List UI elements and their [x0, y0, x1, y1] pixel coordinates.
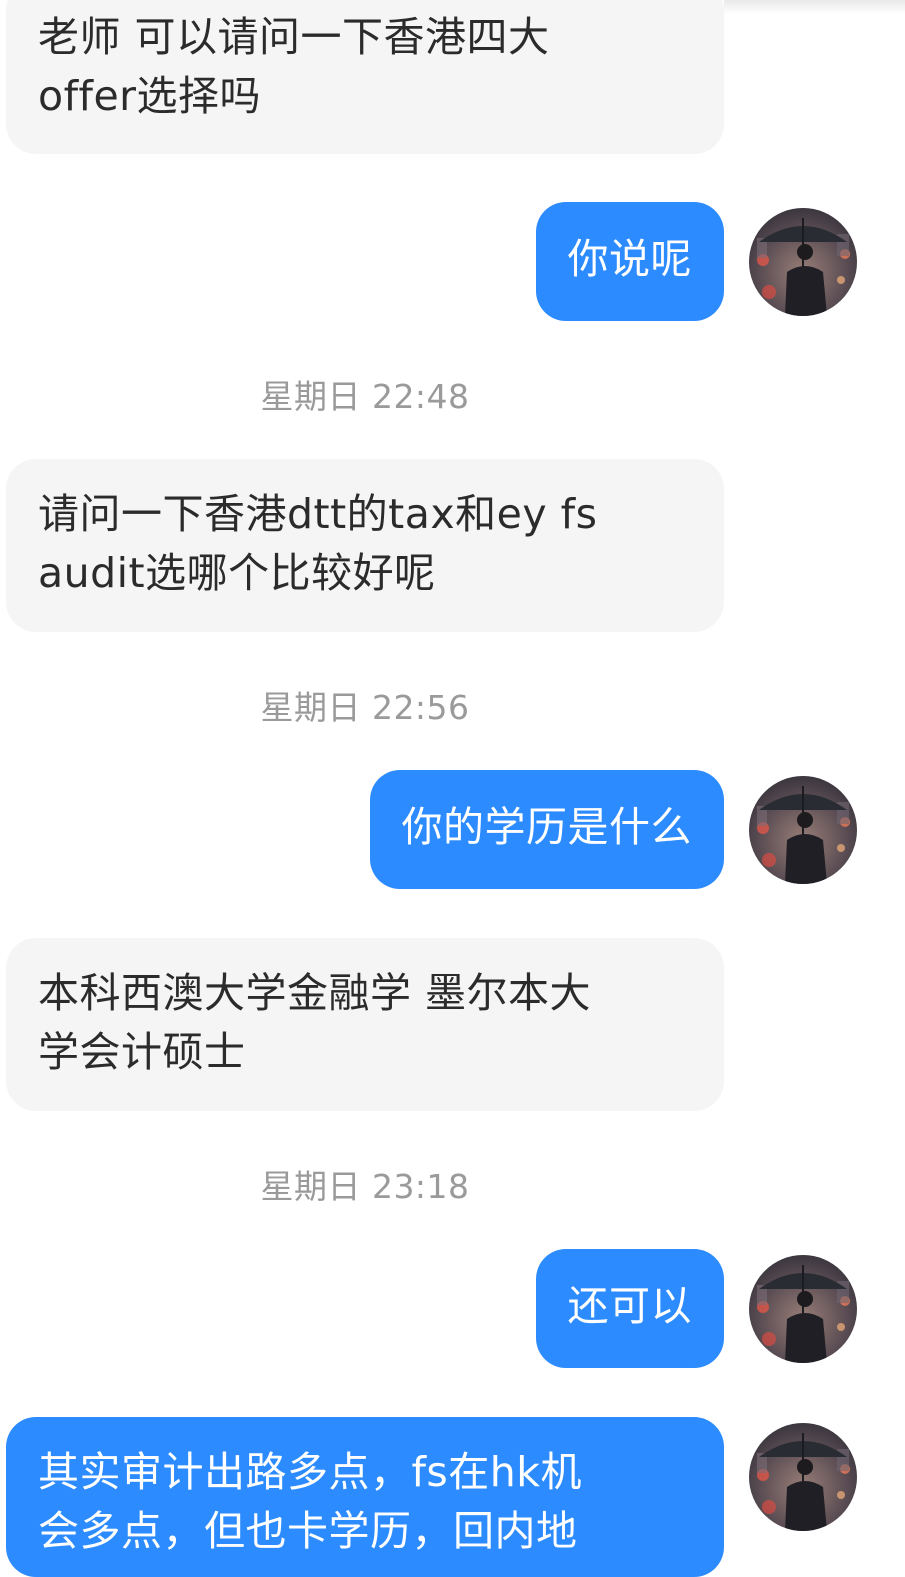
- message-text: 会多点，但也卡学历，回内地: [38, 1507, 578, 1555]
- avatar-man-with-umbrella-icon: [749, 1423, 857, 1531]
- incoming-message-bubble[interactable]: 老师 可以请问一下香港四大 offer选择吗: [6, 0, 724, 154]
- avatar-man-with-umbrella-icon: [749, 208, 857, 316]
- message-text: 其实审计出路多点，fs在hk机: [38, 1448, 583, 1496]
- message-text: offer选择吗: [38, 72, 262, 120]
- message-text: 你说呢: [567, 235, 692, 283]
- timestamp: 星期日 22:56: [260, 688, 470, 727]
- outgoing-message-bubble[interactable]: 你说呢: [535, 202, 724, 321]
- avatar[interactable]: [749, 208, 857, 316]
- incoming-message-bubble[interactable]: 本科西澳大学金融学 墨尔本大 学会计硕士: [6, 938, 724, 1111]
- outgoing-message-bubble[interactable]: 其实审计出路多点，fs在hk机 会多点，但也卡学历，回内地: [6, 1417, 724, 1577]
- avatar[interactable]: [749, 1255, 857, 1363]
- outgoing-message-bubble[interactable]: 你的学历是什么: [369, 770, 724, 889]
- chat-thread[interactable]: 老师 可以请问一下香港四大 offer选择吗 你说呢 星期日 22:48 请问一…: [0, 0, 905, 1577]
- timestamp: 星期日 22:48: [260, 377, 470, 416]
- timestamp: 星期日 23:18: [260, 1167, 470, 1206]
- message-text: 老师 可以请问一下香港四大: [38, 13, 550, 61]
- message-text: 请问一下香港dtt的tax和ey fs: [38, 490, 598, 538]
- message-text: 你的学历是什么: [401, 803, 692, 851]
- message-text: audit选哪个比较好呢: [38, 549, 436, 597]
- message-text: 还可以: [567, 1282, 692, 1330]
- message-text: 本科西澳大学金融学 墨尔本大: [38, 969, 592, 1017]
- outgoing-message-bubble[interactable]: 还可以: [535, 1249, 724, 1368]
- incoming-message-bubble[interactable]: 请问一下香港dtt的tax和ey fs audit选哪个比较好呢: [6, 459, 724, 632]
- avatar-man-with-umbrella-icon: [749, 1255, 857, 1363]
- avatar[interactable]: [749, 776, 857, 884]
- avatar[interactable]: [749, 1423, 857, 1531]
- message-text: 学会计硕士: [38, 1028, 246, 1076]
- divider: [724, 0, 905, 14]
- avatar-man-with-umbrella-icon: [749, 776, 857, 884]
